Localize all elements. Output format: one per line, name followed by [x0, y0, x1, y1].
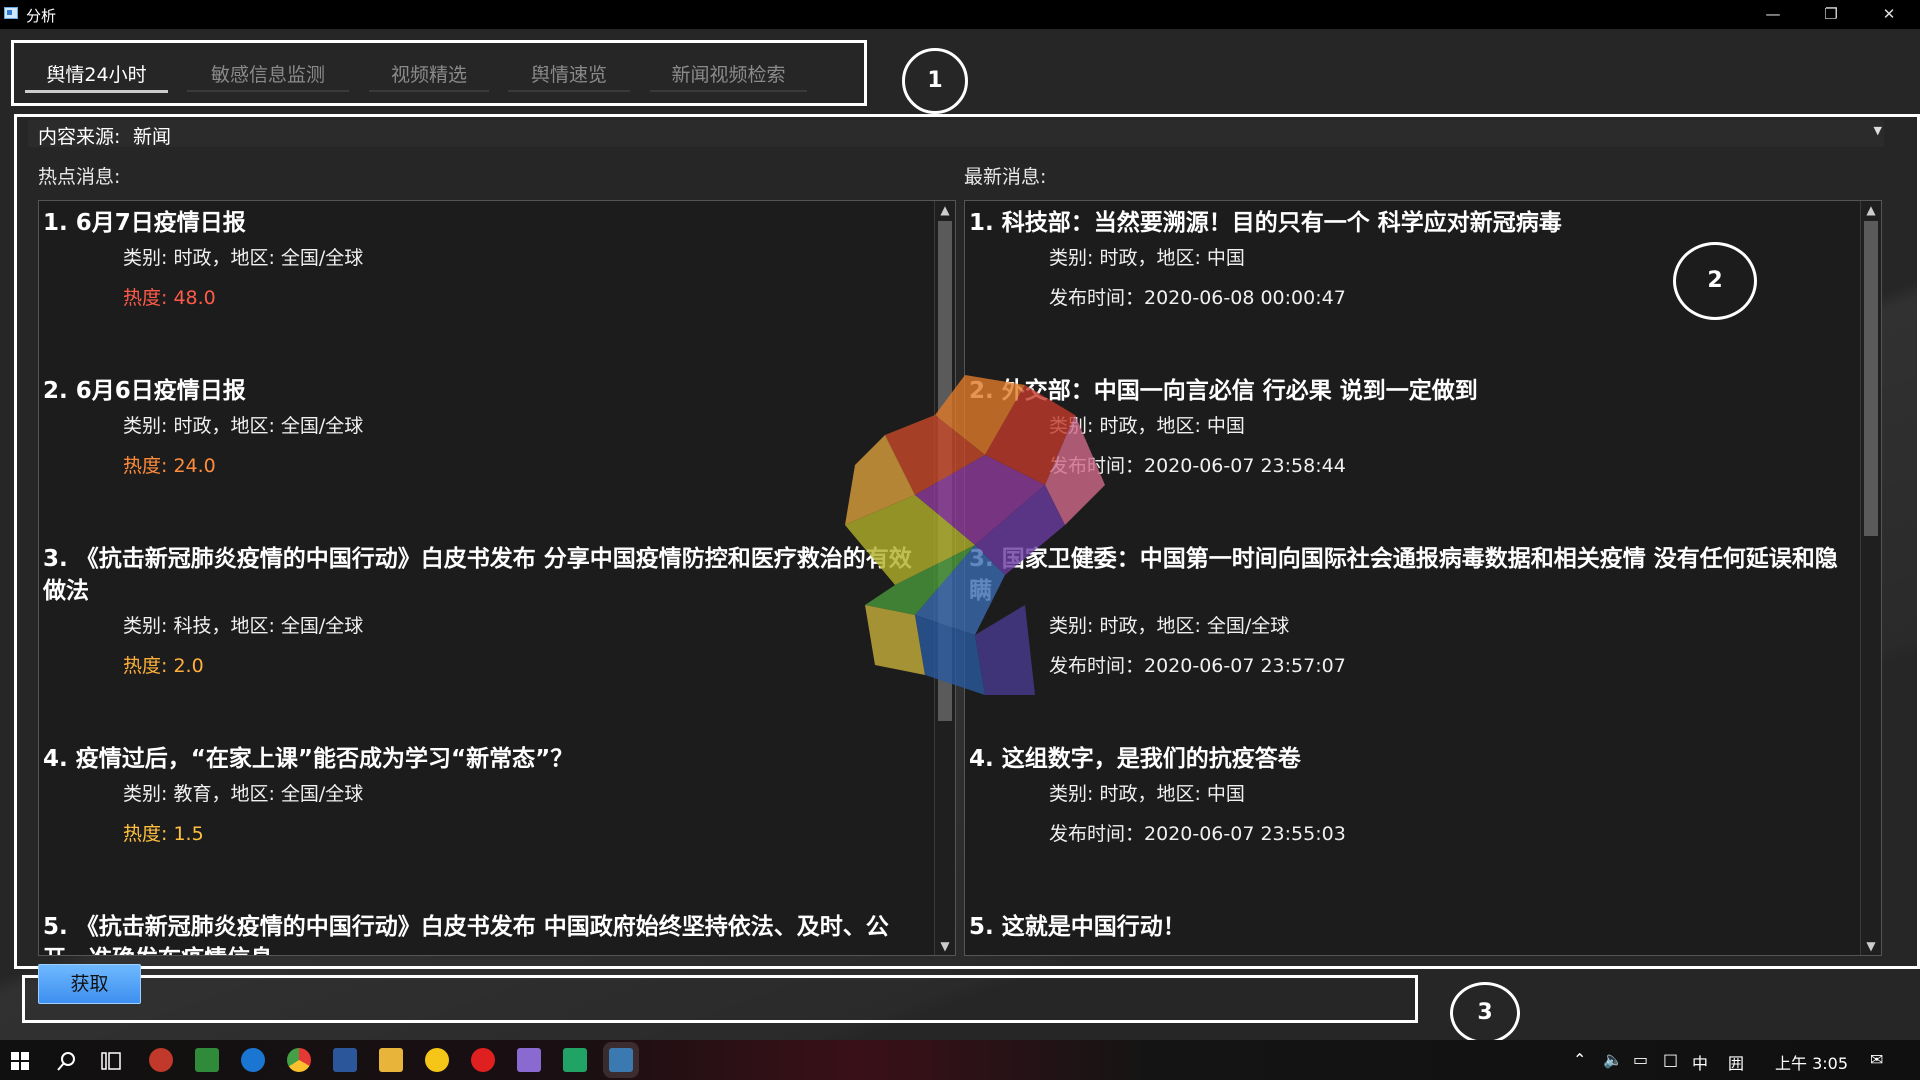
window-title: 分析 — [26, 7, 57, 25]
minimize-icon: — — [1765, 5, 1781, 23]
restore-icon: ❐ — [1824, 5, 1838, 23]
list-item[interactable]: 3. 国家卫健委：中国第一时间向国际社会通报病毒数据和相关疫情 没有任何延误和隐… — [969, 543, 1851, 679]
latest-item-title: 2. 外交部：中国一向言必信 行必果 说到一定做到 — [969, 378, 1478, 404]
title-bar: 分析 — ❐ ✕ — [0, 0, 1920, 29]
hot-item-title: 2. 6月6日疫情日报 — [43, 378, 246, 404]
hot-item-meta: 类别: 教育，地区: 全国/全球 — [123, 783, 364, 805]
content-source-label: 内容来源: — [38, 126, 121, 148]
scroll-up-icon[interactable]: ▲ — [1861, 201, 1881, 219]
close-button[interactable]: ✕ — [1860, 0, 1918, 29]
list-item[interactable]: 3. 《抗击新冠肺炎疫情的中国行动》白皮书发布 分享中国疫情防控和医疗救治的有效… — [43, 543, 925, 679]
taskbar: ⌃ 🔈 ▭ □ 中 囲 上午 3:05 ✉ — [0, 1040, 1920, 1080]
tab-news-video-search[interactable]: 新闻视频检索 — [650, 60, 807, 92]
notepad-icon[interactable] — [195, 1048, 219, 1072]
scroll-down-icon[interactable]: ▼ — [1861, 937, 1881, 955]
latest-item-meta: 类别: 时政，地区: 中国 — [1049, 415, 1245, 437]
hot-item-meta: 类别: 时政，地区: 全国/全球 — [123, 247, 364, 269]
latest-item-time: 发布时间：2020-06-07 23:58:44 — [1049, 455, 1346, 477]
hot-list-scrollbar[interactable]: ▲ ▼ — [934, 201, 955, 955]
pinned-app-icon[interactable] — [517, 1048, 541, 1072]
list-item[interactable]: 2. 6月6日疫情日报 类别: 时政，地区: 全国/全球 热度: 24.0 — [43, 375, 925, 479]
hot-item-heat: 热度: 2.0 — [123, 655, 204, 677]
hot-item-heat: 热度: 48.0 — [123, 287, 216, 309]
hot-item-title: 3. 《抗击新冠肺炎疫情的中国行动》白皮书发布 分享中国疫情防控和医疗救治的有效… — [43, 546, 912, 604]
hot-item-title: 4. 疫情过后，“在家上课”能否成为学习“新常态”？ — [43, 746, 574, 772]
windows-start-icon[interactable] — [11, 1052, 29, 1070]
network-icon[interactable]: □ — [1663, 1050, 1678, 1069]
minimize-button[interactable]: — — [1744, 0, 1802, 29]
edge-browser-icon[interactable] — [241, 1048, 265, 1072]
hot-news-list[interactable]: 1. 6月7日疫情日报 类别: 时政，地区: 全国/全球 热度: 48.0 2.… — [38, 200, 956, 956]
list-item[interactable]: 5. 《抗击新冠肺炎疫情的中国行动》白皮书发布 中国政府始终坚持依法、及时、公开… — [43, 911, 925, 955]
battery-icon[interactable]: ▭ — [1633, 1050, 1648, 1069]
tab-video-picks[interactable]: 视频精选 — [369, 60, 489, 92]
latest-item-title: 3. 国家卫健委：中国第一时间向国际社会通报病毒数据和相关疫情 没有任何延误和隐… — [969, 546, 1838, 604]
latest-item-meta: 类别: 时政，地区: 全国/全球 — [1049, 615, 1290, 637]
latest-item-time: 发布时间：2020-06-07 23:57:07 — [1049, 655, 1346, 677]
latest-item-title: 5. 这就是中国行动！ — [969, 914, 1186, 940]
ime-mode-indicator[interactable]: 囲 — [1728, 1050, 1744, 1074]
tab-public-opinion-24h[interactable]: 舆情24小时 — [25, 60, 168, 93]
annotation-circle-1: 1 — [902, 48, 968, 114]
file-explorer-icon[interactable] — [379, 1048, 403, 1072]
list-item[interactable]: 2. 外交部：中国一向言必信 行必果 说到一定做到 类别: 时政，地区: 中国 … — [969, 375, 1851, 479]
content-source-value: 新闻 — [133, 126, 172, 148]
annotation-circle-2: 2 — [1673, 242, 1757, 320]
clock[interactable]: 上午 3:05 — [1775, 1050, 1848, 1074]
latest-news-list[interactable]: 1. 科技部：当然要溯源！目的只有一个 科学应对新冠病毒 类别: 时政，地区: … — [964, 200, 1882, 956]
list-item[interactable]: 5. 这就是中国行动！ — [969, 911, 1851, 943]
search-icon[interactable] — [57, 1051, 77, 1071]
weibo-icon[interactable] — [471, 1048, 495, 1072]
hot-item-meta: 类别: 时政，地区: 全国/全球 — [123, 415, 364, 437]
hot-item-title: 1. 6月7日疫情日报 — [43, 210, 246, 236]
app-icon — [4, 7, 18, 19]
pinned-app-icon[interactable] — [149, 1048, 173, 1072]
annotation-circle-3: 3 — [1450, 982, 1520, 1044]
scroll-down-icon[interactable]: ▼ — [935, 937, 955, 955]
latest-list-scrollbar[interactable]: ▲ ▼ — [1860, 201, 1881, 955]
scroll-thumb[interactable] — [1864, 221, 1878, 536]
task-view-icon[interactable] — [101, 1052, 121, 1070]
latest-item-time: 发布时间：2020-06-07 23:55:03 — [1049, 823, 1346, 845]
latest-news-label: 最新消息: — [964, 166, 1047, 188]
annotation-box-fetch — [22, 975, 1418, 1023]
list-item[interactable]: 1. 6月7日疫情日报 类别: 时政，地区: 全国/全球 热度: 48.0 — [43, 207, 925, 311]
hot-item-heat: 热度: 24.0 — [123, 455, 216, 477]
close-icon: ✕ — [1882, 5, 1896, 23]
scroll-up-icon[interactable]: ▲ — [935, 201, 955, 219]
list-item[interactable]: 4. 这组数字，是我们的抗疫答卷 类别: 时政，地区: 中国 发布时间：2020… — [969, 743, 1851, 847]
pycharm-icon[interactable] — [563, 1048, 587, 1072]
hot-item-title: 5. 《抗击新冠肺炎疫情的中国行动》白皮书发布 中国政府始终坚持依法、及时、公开… — [43, 914, 889, 955]
list-item[interactable]: 4. 疫情过后，“在家上课”能否成为学习“新常态”？ 类别: 教育，地区: 全国… — [43, 743, 925, 847]
hot-item-meta: 类别: 科技，地区: 全国/全球 — [123, 615, 364, 637]
restore-button[interactable]: ❐ — [1802, 0, 1860, 29]
tab-sensitive-monitoring[interactable]: 敏感信息监测 — [187, 60, 349, 92]
chevron-down-icon: ▼ — [1873, 124, 1882, 137]
latest-item-title: 1. 科技部：当然要溯源！目的只有一个 科学应对新冠病毒 — [969, 210, 1562, 236]
hot-item-heat: 热度: 1.5 — [123, 823, 204, 845]
ime-indicator[interactable]: 中 — [1692, 1050, 1708, 1074]
chevron-up-icon[interactable]: ⌃ — [1573, 1050, 1586, 1069]
tab-opinion-overview[interactable]: 舆情速览 — [508, 60, 630, 92]
notification-icon[interactable]: ✉ — [1870, 1050, 1883, 1069]
word-icon[interactable] — [333, 1048, 357, 1072]
fetch-button[interactable]: 获取 — [38, 964, 141, 1004]
scroll-thumb[interactable] — [938, 221, 952, 721]
latest-item-title: 4. 这组数字，是我们的抗疫答卷 — [969, 746, 1301, 772]
volume-icon[interactable]: 🔈 — [1603, 1050, 1623, 1069]
content-source-select[interactable]: 内容来源: 新闻 ▼ — [28, 120, 1884, 148]
pinned-app-icon[interactable] — [425, 1048, 449, 1072]
python-app-icon[interactable] — [609, 1048, 633, 1072]
hot-news-label: 热点消息: — [38, 166, 121, 188]
latest-item-meta: 类别: 时政，地区: 中国 — [1049, 783, 1245, 805]
chrome-browser-icon[interactable] — [287, 1048, 311, 1072]
